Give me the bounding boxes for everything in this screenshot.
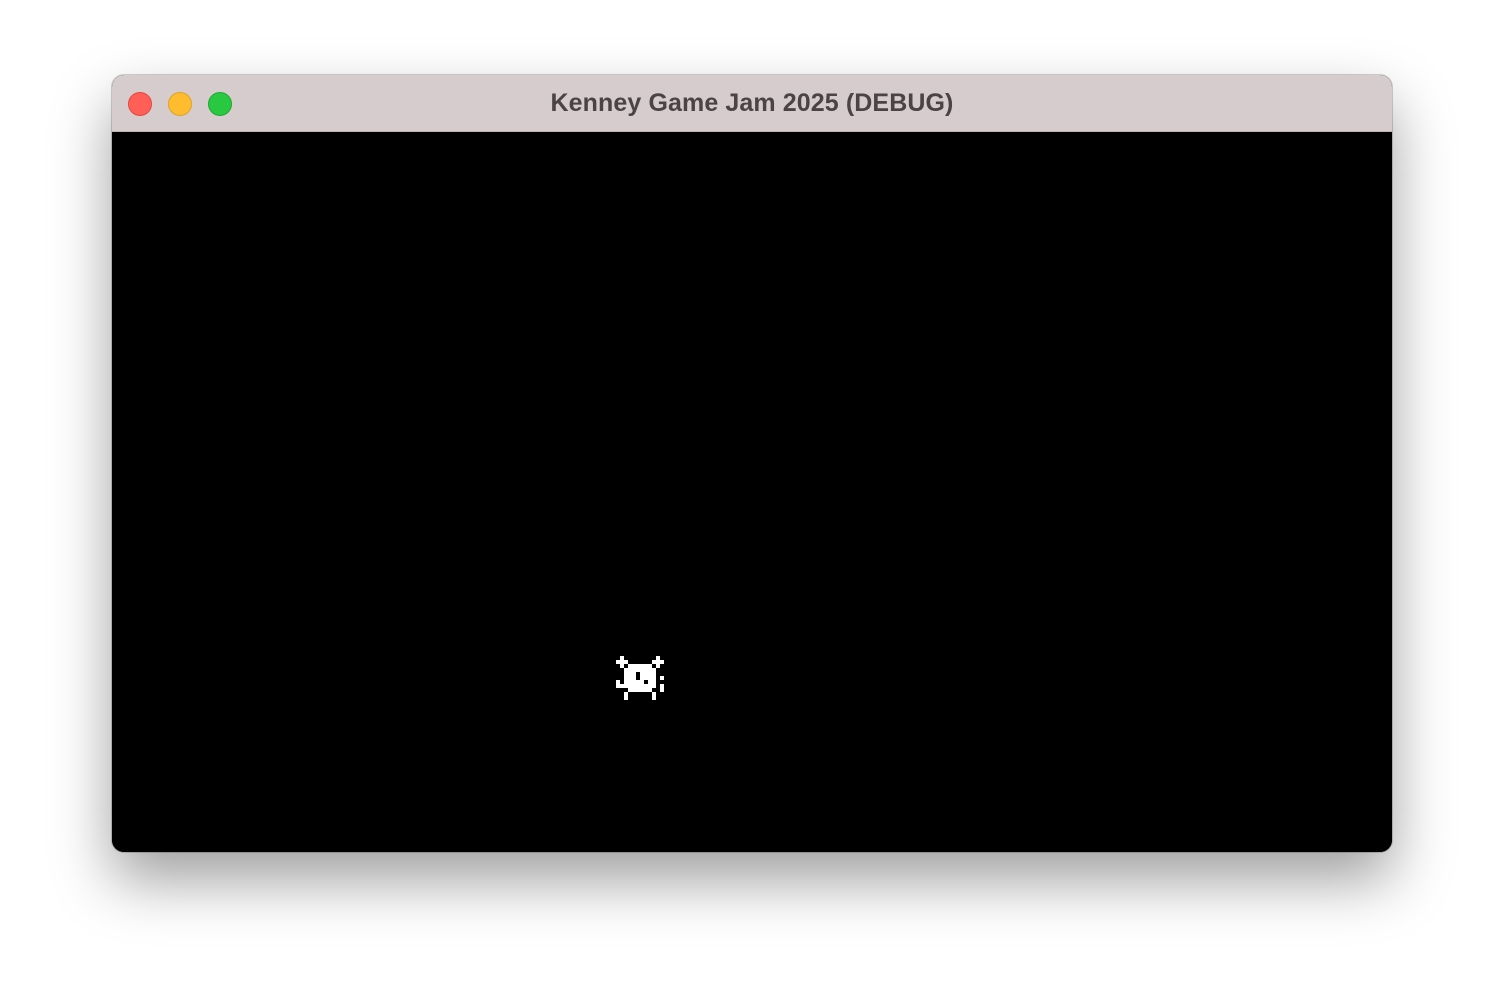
- window-titlebar[interactable]: Kenney Game Jam 2025 (DEBUG): [112, 75, 1392, 132]
- app-window: Kenney Game Jam 2025 (DEBUG): [112, 75, 1392, 852]
- zoom-button[interactable]: [208, 92, 232, 116]
- game-viewport[interactable]: [112, 132, 1392, 852]
- desktop: Kenney Game Jam 2025 (DEBUG): [0, 0, 1504, 1000]
- window-title: Kenney Game Jam 2025 (DEBUG): [550, 89, 954, 117]
- close-button[interactable]: [128, 92, 152, 116]
- minimize-button[interactable]: [168, 92, 192, 116]
- sprite-eye: [636, 672, 640, 680]
- pixel-creature-icon: [616, 656, 664, 700]
- player-sprite: [616, 656, 664, 700]
